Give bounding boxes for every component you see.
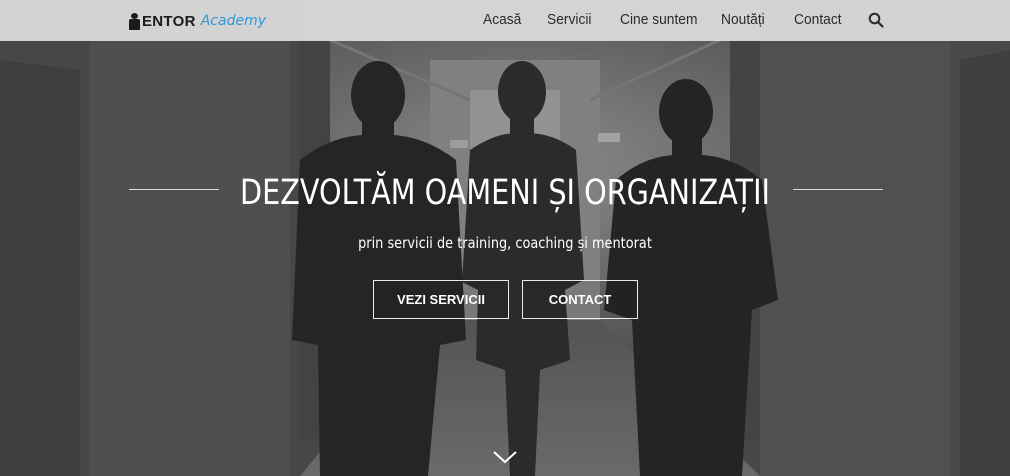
hero-subtitle: prin servicii de training, coaching și m… — [358, 234, 652, 252]
top-navbar: ENTOR Academy Acasă Servicii Cine suntem… — [0, 0, 1010, 41]
view-services-button[interactable]: VEZI SERVICII — [373, 280, 509, 319]
nav-item-acasa[interactable]: Acasă — [483, 11, 521, 28]
nav-item-cine-suntem[interactable]: Cine suntem — [620, 11, 697, 28]
nav-item-servicii[interactable]: Servicii — [547, 11, 591, 28]
mentor-person-icon — [128, 12, 141, 30]
chevron-down-icon[interactable] — [492, 447, 518, 467]
nav-item-contact[interactable]: Contact — [794, 11, 842, 28]
brand-accent: Academy — [200, 13, 267, 29]
contact-button[interactable]: CONTACT — [522, 280, 638, 319]
brand-name: ENTOR — [142, 12, 196, 30]
hero-title: DEZVOLTĂM OAMENI ȘI ORGANIZAȚII — [239, 173, 771, 213]
brand-logo[interactable]: ENTOR Academy — [128, 9, 266, 33]
page: ENTOR Academy Acasă Servicii Cine suntem… — [0, 0, 1010, 476]
search-icon[interactable] — [868, 12, 884, 28]
nav-item-noutati[interactable]: Noutăți — [721, 11, 765, 28]
